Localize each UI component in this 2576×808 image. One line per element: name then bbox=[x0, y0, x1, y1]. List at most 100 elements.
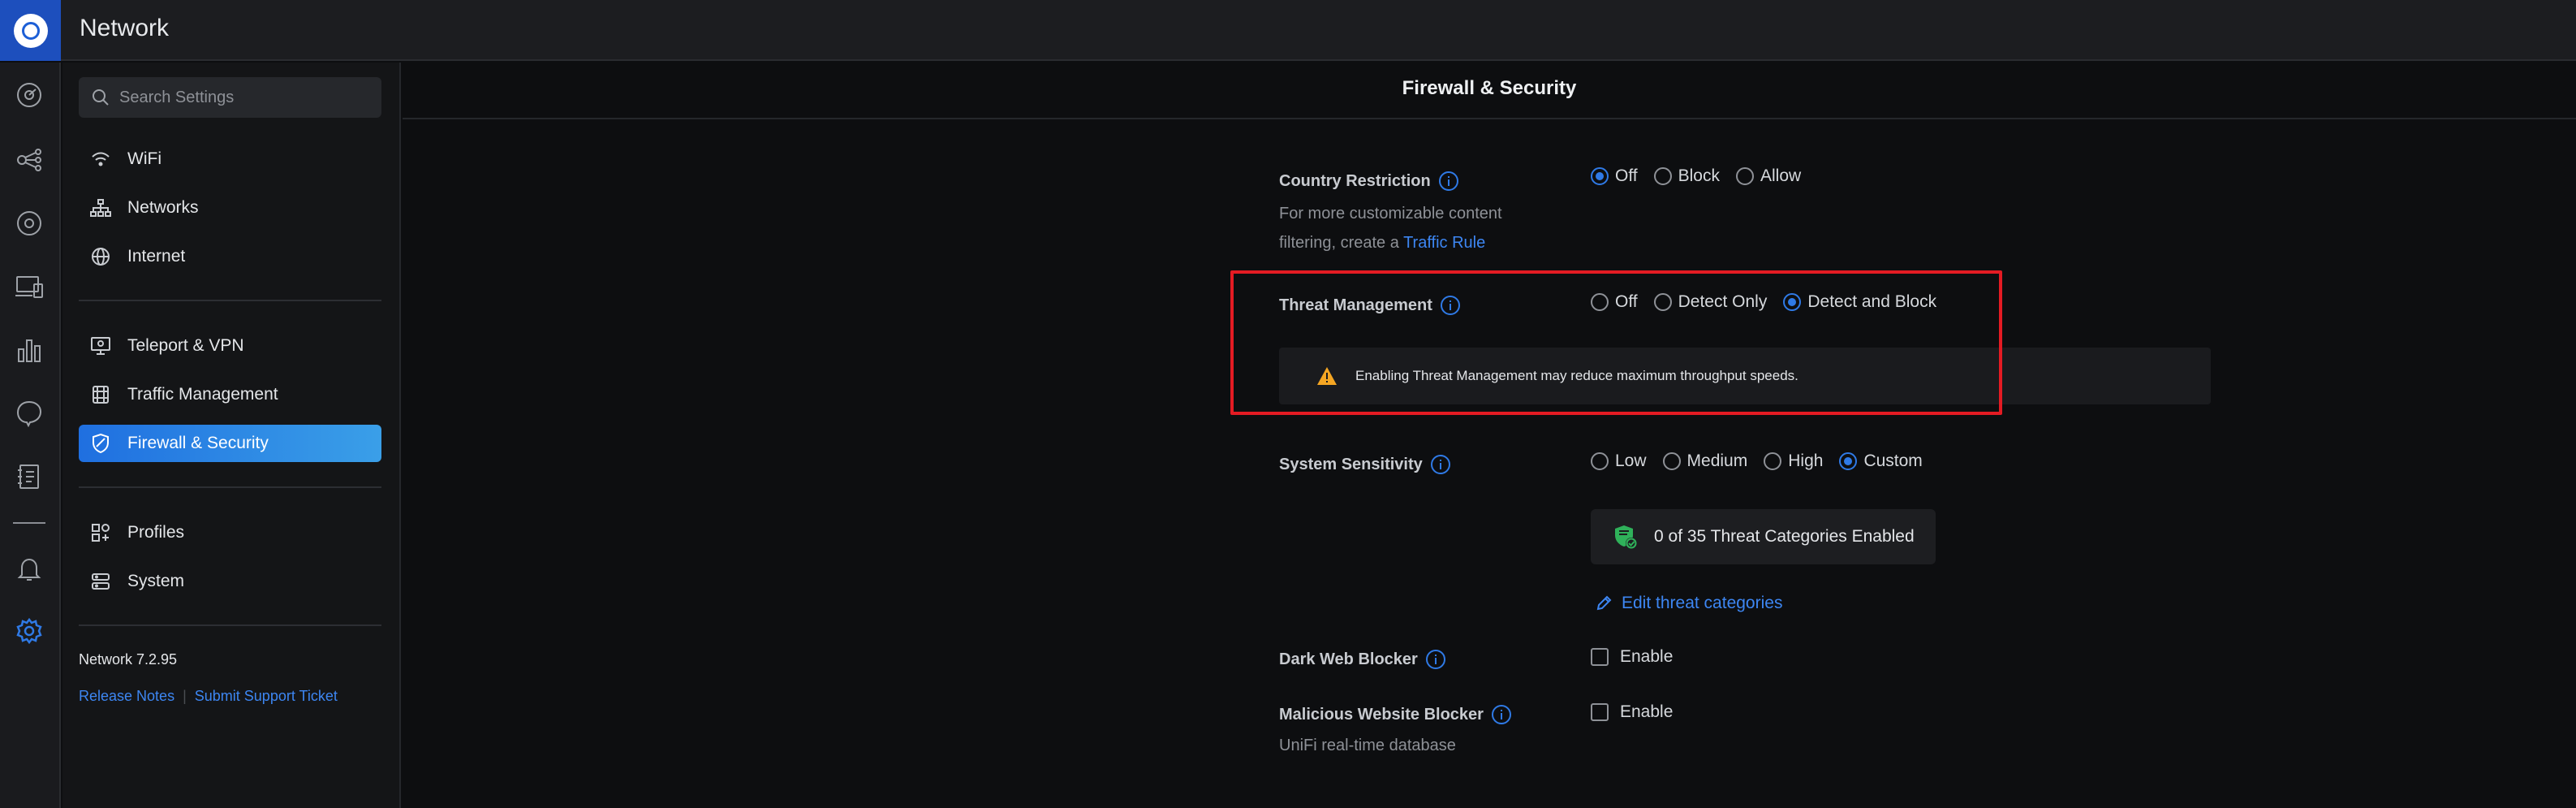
radio-country-allow[interactable]: Allow bbox=[1735, 166, 1801, 186]
threat-categories-status: 0 of 35 Threat Categories Enabled bbox=[1591, 509, 1936, 564]
release-notes-link[interactable]: Release Notes bbox=[79, 688, 174, 704]
radio-label: Off bbox=[1615, 292, 1638, 311]
search-box[interactable] bbox=[79, 77, 381, 118]
sidebar-item-system[interactable]: System bbox=[79, 563, 381, 600]
sidebar-item-firewall-security[interactable]: Firewall & Security bbox=[79, 425, 381, 462]
radio-threat-detect-only[interactable]: Detect Only bbox=[1653, 292, 1768, 312]
radio-button[interactable] bbox=[1662, 452, 1681, 470]
insights-icon[interactable] bbox=[13, 397, 45, 430]
devices-icon[interactable] bbox=[13, 207, 45, 240]
unifi-logo-icon[interactable] bbox=[0, 0, 61, 61]
edit-threat-categories-link[interactable]: Edit threat categories bbox=[1596, 594, 1782, 613]
radio-label: Block bbox=[1678, 166, 1720, 185]
radio-country-block[interactable]: Block bbox=[1653, 166, 1720, 186]
sidebar-divider bbox=[79, 486, 381, 488]
sidebar-item-teleport-vpn[interactable]: Teleport & VPN bbox=[79, 327, 381, 365]
search-input[interactable] bbox=[119, 77, 371, 118]
dark-web-blocker-checkbox[interactable]: Enable bbox=[1591, 647, 1673, 667]
radio-sensitivity-low[interactable]: Low bbox=[1591, 452, 1647, 471]
system-sensitivity-options: Low Medium High Custom bbox=[1591, 452, 1939, 471]
radio-country-off[interactable]: Off bbox=[1591, 166, 1638, 186]
info-icon[interactable] bbox=[1440, 296, 1460, 315]
country-restriction-title: Country Restriction bbox=[1279, 171, 1431, 190]
radio-label: Off bbox=[1615, 166, 1638, 185]
info-icon[interactable] bbox=[1430, 455, 1450, 474]
edit-link-label: Edit threat categories bbox=[1622, 594, 1783, 612]
vpn-icon bbox=[87, 327, 114, 365]
logs-icon[interactable] bbox=[13, 460, 45, 493]
settings-icon[interactable] bbox=[13, 615, 45, 647]
sidebar-divider bbox=[79, 624, 381, 626]
dark-web-blocker-title: Dark Web Blocker bbox=[1279, 650, 1418, 668]
threat-management-label: Threat Management bbox=[1279, 296, 1460, 315]
throughput-warning: Enabling Threat Management may reduce ma… bbox=[1279, 348, 2211, 404]
malicious-website-blocker-checkbox[interactable]: Enable bbox=[1591, 702, 1673, 722]
app-title: Network bbox=[80, 15, 170, 41]
radio-button-selected[interactable] bbox=[1839, 452, 1858, 470]
sidebar-item-profiles[interactable]: Profiles bbox=[79, 514, 381, 551]
radio-button-selected[interactable] bbox=[1591, 167, 1609, 185]
networks-icon bbox=[87, 189, 114, 227]
radio-label: Custom bbox=[1863, 452, 1923, 470]
page-title: Firewall & Security bbox=[1402, 77, 1577, 99]
malicious-website-blocker-title: Malicious Website Blocker bbox=[1279, 705, 1484, 724]
link-separator: | bbox=[183, 688, 187, 704]
radio-button[interactable] bbox=[1653, 167, 1672, 185]
radio-button-selected[interactable] bbox=[1783, 293, 1802, 311]
search-icon bbox=[93, 89, 109, 106]
radio-threat-off[interactable]: Off bbox=[1591, 292, 1638, 312]
description-line: filtering, create a bbox=[1279, 234, 1399, 252]
radio-label: Detect Only bbox=[1678, 292, 1768, 311]
traffic-rule-link[interactable]: Traffic Rule bbox=[1403, 234, 1485, 252]
info-icon[interactable] bbox=[1438, 171, 1458, 191]
sidebar-item-label: Traffic Management bbox=[127, 385, 278, 404]
support-ticket-link[interactable]: Submit Support Ticket bbox=[195, 688, 338, 704]
radio-sensitivity-high[interactable]: High bbox=[1764, 452, 1823, 471]
checkbox-label: Enable bbox=[1620, 702, 1674, 721]
sidebar-item-label: Networks bbox=[127, 198, 199, 217]
radio-sensitivity-custom[interactable]: Custom bbox=[1839, 452, 1923, 471]
radio-label: High bbox=[1788, 452, 1824, 470]
icon-rail bbox=[0, 63, 61, 808]
page-header: Firewall & Security bbox=[403, 63, 2576, 119]
dark-web-blocker-label: Dark Web Blocker bbox=[1279, 650, 1445, 669]
shield-check-icon bbox=[1615, 525, 1637, 549]
checkbox-box[interactable] bbox=[1591, 648, 1609, 666]
sidebar-item-wifi[interactable]: WiFi bbox=[79, 140, 381, 178]
radio-button[interactable] bbox=[1591, 452, 1609, 470]
sidebar-item-internet[interactable]: Internet bbox=[79, 238, 381, 275]
client-devices-icon[interactable] bbox=[13, 270, 45, 303]
sidebar-item-traffic-management[interactable]: Traffic Management bbox=[79, 376, 381, 413]
checkbox-label: Enable bbox=[1620, 647, 1674, 666]
statistics-icon[interactable] bbox=[13, 334, 45, 366]
country-restriction-label: Country Restriction bbox=[1279, 171, 1458, 191]
radio-button[interactable] bbox=[1764, 452, 1782, 470]
topology-icon[interactable] bbox=[13, 144, 45, 176]
profiles-icon bbox=[87, 514, 114, 551]
traffic-icon bbox=[87, 376, 114, 413]
radio-button[interactable] bbox=[1653, 293, 1672, 311]
country-restriction-options: Off Block Allow bbox=[1591, 166, 1817, 186]
top-bar: Network bbox=[0, 0, 2576, 61]
description-line: For more customizable content bbox=[1279, 205, 1502, 223]
radio-button[interactable] bbox=[1735, 167, 1754, 185]
pencil-icon bbox=[1596, 595, 1612, 611]
threat-management-title: Threat Management bbox=[1279, 296, 1432, 314]
info-icon[interactable] bbox=[1491, 705, 1511, 724]
radio-label: Detect and Block bbox=[1807, 292, 1937, 311]
radio-label: Medium bbox=[1686, 452, 1748, 470]
country-restriction-description: For more customizable content filtering,… bbox=[1279, 199, 1502, 257]
sidebar-item-label: Profiles bbox=[127, 523, 185, 542]
radio-threat-detect-and-block[interactable]: Detect and Block bbox=[1783, 292, 1936, 312]
threat-categories-count: 0 of 35 Threat Categories Enabled bbox=[1654, 527, 1915, 546]
notifications-icon[interactable] bbox=[13, 553, 45, 585]
radio-button[interactable] bbox=[1591, 293, 1609, 311]
sidebar-item-networks[interactable]: Networks bbox=[79, 189, 381, 227]
malicious-website-blocker-description: UniFi real-time database bbox=[1279, 737, 1456, 754]
info-icon[interactable] bbox=[1425, 650, 1445, 669]
checkbox-box[interactable] bbox=[1591, 703, 1609, 721]
warning-text: Enabling Threat Management may reduce ma… bbox=[1355, 368, 1798, 383]
footer-links: Release Notes | Submit Support Ticket bbox=[79, 688, 338, 705]
dashboard-icon[interactable] bbox=[13, 79, 45, 111]
radio-sensitivity-medium[interactable]: Medium bbox=[1662, 452, 1748, 471]
